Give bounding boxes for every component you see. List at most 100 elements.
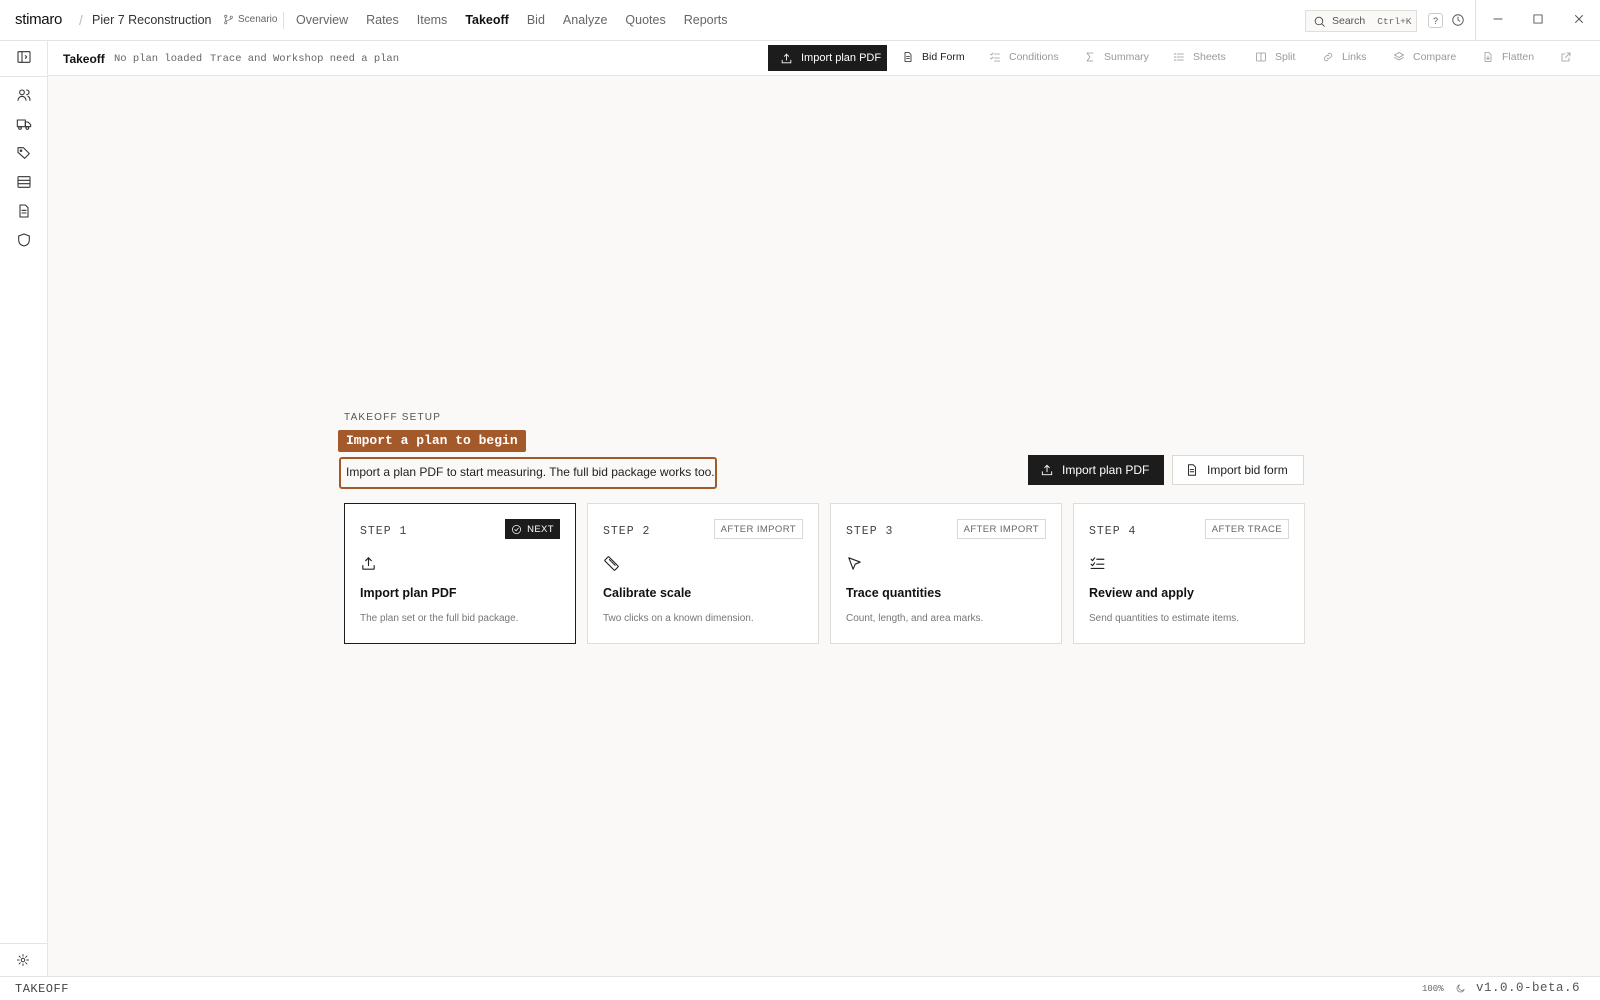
- takeoff-toolbar: Takeoff No plan loaded Trace and Worksho…: [48, 41, 1600, 76]
- status-bar: TAKEOFF 100% v1.0.0-beta.6: [0, 976, 1600, 1000]
- divider: [283, 12, 284, 29]
- checklist-icon: [990, 52, 1000, 62]
- step-number: STEP 4: [1089, 525, 1137, 538]
- minimize-button[interactable]: [1491, 12, 1505, 26]
- tool-links[interactable]: Links: [1322, 51, 1367, 63]
- help-button[interactable]: ?: [1428, 13, 1443, 28]
- tool-summary[interactable]: Summary: [1084, 51, 1149, 63]
- project-name[interactable]: Pier 7 Reconstruction: [92, 13, 212, 27]
- nav-rates[interactable]: Rates: [366, 13, 399, 27]
- step-card-import[interactable]: STEP 1 NEXT Import plan PDF The plan set…: [344, 503, 576, 644]
- scenario-label: Scenario: [238, 14, 278, 25]
- zoom-level[interactable]: 100%: [1422, 984, 1444, 994]
- app-logo[interactable]: stimaro: [15, 11, 62, 28]
- external-link-icon: [1561, 52, 1571, 62]
- maximize-icon: [1533, 14, 1543, 24]
- import-plan-pdf-primary-label: Import plan PDF: [1062, 463, 1150, 477]
- tool-flatten[interactable]: Flatten: [1482, 51, 1534, 63]
- status-badge: AFTER IMPORT: [713, 519, 803, 539]
- sidebar-toggle-button[interactable]: [16, 49, 32, 65]
- app-version: v1.0.0-beta.6: [1476, 981, 1581, 995]
- rail-tags[interactable]: [16, 145, 32, 161]
- divider: [1475, 0, 1476, 41]
- step-title: Review and apply: [1089, 586, 1194, 600]
- file-down-icon: [1484, 52, 1492, 62]
- status-badge: NEXT: [505, 519, 560, 539]
- tool-conditions[interactable]: Conditions: [989, 51, 1059, 63]
- rail-equipment[interactable]: [16, 116, 32, 132]
- document-icon: [904, 52, 912, 62]
- shield-icon: [18, 233, 30, 247]
- step-card-trace[interactable]: STEP 3 AFTER IMPORT Trace quantities Cou…: [830, 503, 1062, 644]
- step-card-review[interactable]: STEP 4 AFTER TRACE Review and apply Send…: [1073, 503, 1305, 644]
- sigma-icon: [1086, 52, 1094, 62]
- status-badge: AFTER IMPORT: [956, 519, 1046, 539]
- columns-icon: [1256, 52, 1266, 62]
- tool-bid-form[interactable]: Bid Form: [902, 51, 965, 63]
- rail-documents[interactable]: [16, 203, 32, 219]
- rail-database[interactable]: [16, 174, 32, 190]
- step-description: Two clicks on a known dimension.: [603, 613, 754, 624]
- import-plan-pdf-button[interactable]: Import plan PDF: [768, 45, 887, 71]
- upload-icon: [362, 557, 375, 570]
- document-icon: [19, 204, 29, 218]
- nav-items[interactable]: Items: [417, 13, 448, 27]
- page-title: Takeoff: [63, 52, 105, 66]
- tool-label: Compare: [1413, 51, 1457, 63]
- rail-users[interactable]: [16, 87, 32, 103]
- step-icon: [603, 555, 620, 572]
- status-badge: AFTER TRACE: [1204, 519, 1289, 539]
- step-icon: [360, 555, 377, 572]
- upload-icon: [781, 53, 792, 63]
- close-button[interactable]: [1572, 12, 1586, 26]
- import-plan-pdf-label: Import plan PDF: [801, 52, 882, 64]
- nav-overview[interactable]: Overview: [296, 13, 348, 27]
- main-nav: Overview Rates Items Takeoff Bid Analyze…: [296, 13, 746, 27]
- tool-label: Flatten: [1502, 51, 1535, 63]
- search-button[interactable]: Search Ctrl+K: [1305, 10, 1417, 32]
- step-title: Import plan PDF: [360, 586, 457, 600]
- nav-bid[interactable]: Bid: [527, 13, 545, 27]
- tool-label: Bid Form: [922, 51, 965, 63]
- history-button[interactable]: [1451, 13, 1465, 27]
- nav-reports[interactable]: Reports: [684, 13, 728, 27]
- setup-title: Import a plan to begin: [338, 430, 526, 452]
- upload-icon: [1041, 464, 1053, 476]
- ruler-icon: [604, 556, 619, 571]
- gear-icon: [16, 953, 30, 967]
- step-icon: [846, 555, 863, 572]
- checklist-icon: [1090, 557, 1105, 570]
- step-card-calibrate[interactable]: STEP 2 AFTER IMPORT Calibrate scale Two …: [587, 503, 819, 644]
- users-icon: [17, 89, 31, 101]
- truck-icon: [16, 119, 32, 130]
- import-bid-form-button[interactable]: Import bid form: [1172, 455, 1304, 485]
- search-shortcut: Ctrl+K: [1377, 15, 1412, 27]
- rail-security[interactable]: [16, 232, 32, 248]
- divider: [0, 76, 47, 77]
- tool-sheets[interactable]: Sheets: [1173, 51, 1226, 63]
- nav-quotes[interactable]: Quotes: [625, 13, 665, 27]
- tool-compare[interactable]: Compare: [1393, 51, 1456, 63]
- tool-split[interactable]: Split: [1255, 51, 1295, 63]
- tool-label: Summary: [1104, 51, 1149, 63]
- table-icon: [17, 176, 31, 188]
- breadcrumb-separator: /: [79, 12, 83, 28]
- rail-settings[interactable]: [16, 953, 30, 967]
- step-icon: [1089, 555, 1106, 572]
- search-label: Search: [1332, 15, 1366, 27]
- nav-analyze[interactable]: Analyze: [563, 13, 607, 27]
- left-rail: [0, 41, 48, 976]
- scenario-switcher[interactable]: Scenario: [223, 14, 277, 25]
- maximize-button[interactable]: [1531, 12, 1545, 26]
- popout-button[interactable]: [1560, 51, 1572, 63]
- import-plan-pdf-primary-button[interactable]: Import plan PDF: [1028, 455, 1164, 485]
- layers-icon: [1394, 52, 1404, 61]
- plan-status-hint: Trace and Workshop need a plan: [210, 53, 400, 65]
- theme-toggle[interactable]: [1455, 983, 1466, 994]
- step-number: STEP 3: [846, 525, 894, 538]
- step-title: Calibrate scale: [603, 586, 692, 600]
- section-eyebrow: TAKEOFF SETUP: [344, 412, 442, 423]
- step-description: Count, length, and area marks.: [846, 613, 984, 624]
- tags-icon: [17, 147, 30, 159]
- nav-takeoff[interactable]: Takeoff: [465, 13, 509, 27]
